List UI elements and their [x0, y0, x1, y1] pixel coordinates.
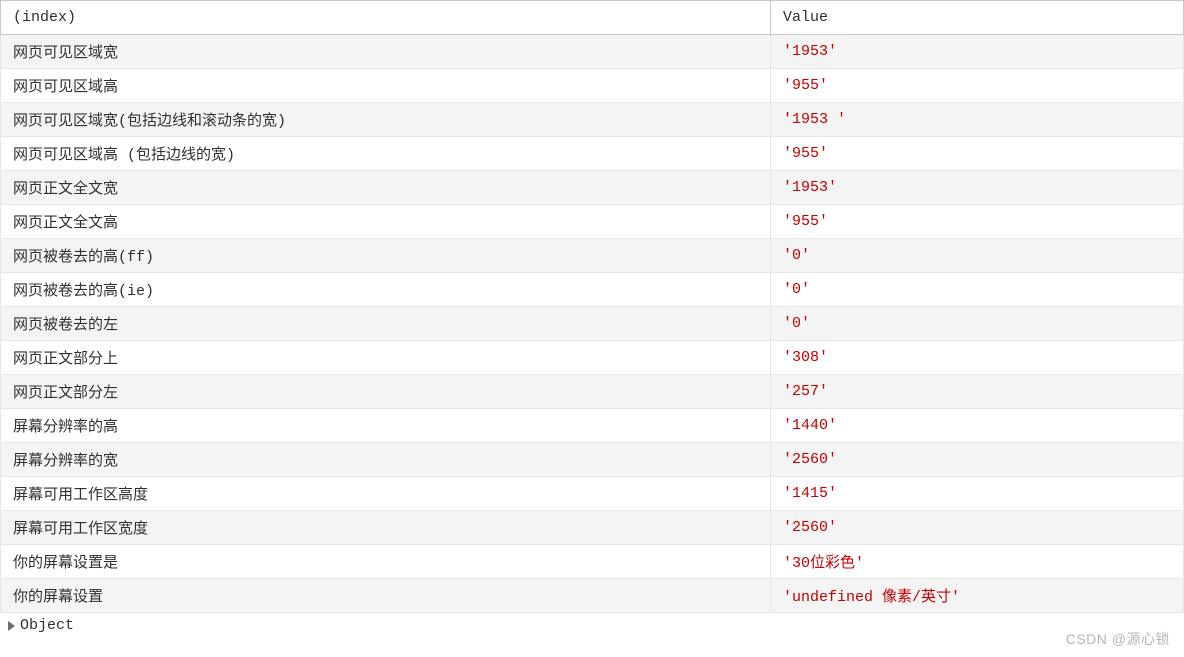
cell-index: 网页可见区域宽 [1, 35, 771, 69]
cell-index: 网页被卷去的高(ie) [1, 273, 771, 307]
index-text: 网页可见区域高 (包括边线的宽) [13, 147, 235, 164]
index-text: 网页被卷去的高(ie) [13, 283, 154, 300]
cell-index: 网页正文部分左 [1, 375, 771, 409]
index-text: 网页正文全文宽 [13, 181, 118, 198]
value-text: '2560' [783, 519, 837, 536]
value-text: '1953 ' [783, 111, 846, 128]
index-text: 你的屏幕设置 [13, 589, 103, 606]
table-row[interactable]: 网页被卷去的高(ie) '0' [1, 273, 1184, 307]
cell-value: '1415' [771, 477, 1184, 511]
object-label: Object [20, 617, 74, 634]
index-text: 网页可见区域宽(包括边线和滚动条的宽) [13, 113, 286, 130]
table-row[interactable]: 网页正文部分左 '257' [1, 375, 1184, 409]
value-text: '257' [783, 383, 828, 400]
cell-value: '1953' [771, 35, 1184, 69]
table-row[interactable]: 你的屏幕设置 'undefined 像素/英寸' [1, 579, 1184, 613]
cell-value: '257' [771, 375, 1184, 409]
cell-index: 网页正文部分上 [1, 341, 771, 375]
cell-value: '2560' [771, 443, 1184, 477]
index-text: 屏幕分辨率的高 [13, 419, 118, 436]
header-index[interactable]: (index) [1, 1, 771, 35]
table-row[interactable]: 网页可见区域高 '955' [1, 69, 1184, 103]
table-row[interactable]: 屏幕可用工作区高度 '1415' [1, 477, 1184, 511]
table-row[interactable]: 网页可见区域高 (包括边线的宽) '955' [1, 137, 1184, 171]
table-row[interactable]: 网页可见区域宽 '1953' [1, 35, 1184, 69]
cell-value: '308' [771, 341, 1184, 375]
table-row[interactable]: 屏幕分辨率的宽 '2560' [1, 443, 1184, 477]
index-text: 网页正文全文高 [13, 215, 118, 232]
value-text: '0' [783, 281, 810, 298]
table-row[interactable]: 屏幕分辨率的高 '1440' [1, 409, 1184, 443]
index-text: 网页被卷去的左 [13, 317, 118, 334]
table-header-row: (index) Value [1, 1, 1184, 35]
index-text: 你的屏幕设置是 [13, 555, 118, 572]
table-row[interactable]: 你的屏幕设置是 '30位彩色' [1, 545, 1184, 579]
table-row[interactable]: 网页被卷去的高(ff) '0' [1, 239, 1184, 273]
index-text: 网页正文部分左 [13, 385, 118, 402]
cell-index: 你的屏幕设置 [1, 579, 771, 613]
value-text: '2560' [783, 451, 837, 468]
cell-index: 网页被卷去的高(ff) [1, 239, 771, 273]
value-text: '955' [783, 145, 828, 162]
cell-index: 网页可见区域宽(包括边线和滚动条的宽) [1, 103, 771, 137]
cell-value: '955' [771, 69, 1184, 103]
cell-value: '0' [771, 307, 1184, 341]
value-text: '0' [783, 315, 810, 332]
cell-value: '0' [771, 239, 1184, 273]
cell-index: 网页被卷去的左 [1, 307, 771, 341]
cell-value: '1953' [771, 171, 1184, 205]
cell-value: '30位彩色' [771, 545, 1184, 579]
cell-index: 网页可见区域高 [1, 69, 771, 103]
table-row[interactable]: 网页被卷去的左 '0' [1, 307, 1184, 341]
table-row[interactable]: 屏幕可用工作区宽度 '2560' [1, 511, 1184, 545]
cell-index: 你的屏幕设置是 [1, 545, 771, 579]
cell-value: '955' [771, 137, 1184, 171]
cell-index: 屏幕分辨率的宽 [1, 443, 771, 477]
disclosure-triangle-icon [8, 621, 15, 631]
value-text: 'undefined 像素/英寸' [783, 589, 960, 606]
cell-index: 网页可见区域高 (包括边线的宽) [1, 137, 771, 171]
cell-value: '1953 ' [771, 103, 1184, 137]
index-text: 网页可见区域高 [13, 79, 118, 96]
value-text: '1953' [783, 43, 837, 60]
value-text: '1440' [783, 417, 837, 434]
cell-index: 网页正文全文高 [1, 205, 771, 239]
index-text: 屏幕可用工作区宽度 [13, 521, 148, 538]
cell-index: 网页正文全文宽 [1, 171, 771, 205]
cell-value: '1440' [771, 409, 1184, 443]
cell-value: '0' [771, 273, 1184, 307]
table-row[interactable]: 网页正文全文高 '955' [1, 205, 1184, 239]
value-text: '955' [783, 213, 828, 230]
console-table: (index) Value 网页可见区域宽'1953'网页可见区域高'955'网… [0, 0, 1184, 613]
index-text: 屏幕分辨率的宽 [13, 453, 118, 470]
table-row[interactable]: 网页可见区域宽(包括边线和滚动条的宽) '1953 ' [1, 103, 1184, 137]
value-text: '1953' [783, 179, 837, 196]
value-text: '30位彩色' [783, 555, 864, 572]
table-row[interactable]: 网页正文全文宽 '1953' [1, 171, 1184, 205]
index-text: 屏幕可用工作区高度 [13, 487, 148, 504]
value-text: '955' [783, 77, 828, 94]
object-expand-row[interactable]: Object [0, 613, 1184, 638]
cell-index: 屏幕分辨率的高 [1, 409, 771, 443]
cell-value: 'undefined 像素/英寸' [771, 579, 1184, 613]
value-text: '1415' [783, 485, 837, 502]
index-text: 网页被卷去的高(ff) [13, 249, 154, 266]
header-value[interactable]: Value [771, 1, 1184, 35]
table-row[interactable]: 网页正文部分上 '308' [1, 341, 1184, 375]
index-text: 网页可见区域宽 [13, 45, 118, 62]
value-text: '0' [783, 247, 810, 264]
cell-value: '955' [771, 205, 1184, 239]
cell-index: 屏幕可用工作区高度 [1, 477, 771, 511]
cell-value: '2560' [771, 511, 1184, 545]
index-text: 网页正文部分上 [13, 351, 118, 368]
value-text: '308' [783, 349, 828, 366]
cell-index: 屏幕可用工作区宽度 [1, 511, 771, 545]
